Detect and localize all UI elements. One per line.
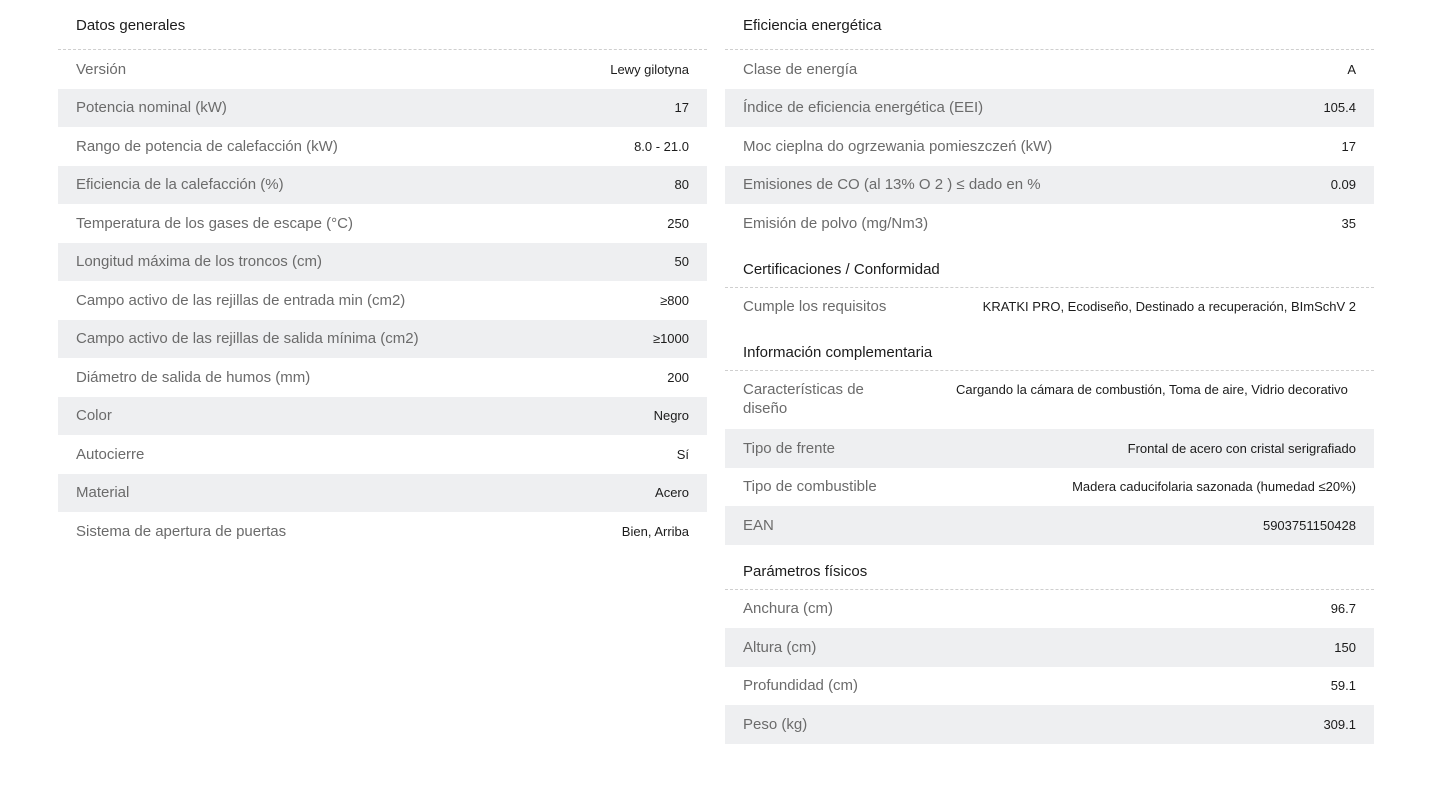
- spec-value: 105.4: [1323, 100, 1356, 116]
- spec-label: Material: [76, 484, 130, 502]
- spec-row: Peso (kg) 309.1: [725, 705, 1374, 744]
- spec-value: Negro: [653, 408, 689, 424]
- spec-row: Potencia nominal (kW) 17: [58, 88, 707, 127]
- spec-value: Sí: [676, 446, 689, 462]
- spec-row: Autocierre Sí: [58, 435, 707, 474]
- spec-value: 80: [674, 177, 689, 193]
- general-data-section: Datos generales Versión Lewy gilotyna Pot…: [58, 0, 707, 551]
- spec-row: Material Acero: [58, 473, 707, 512]
- spec-label: Diámetro de salida de humos (mm): [76, 368, 311, 386]
- spec-label: Altura (cm): [743, 638, 817, 656]
- spec-row: Moc cieplna do ogrzewania pomieszczeń (k…: [725, 127, 1374, 166]
- spec-value: 50: [674, 254, 689, 270]
- spec-row: Versión Lewy gilotyna: [58, 50, 707, 89]
- spec-label: Temperatura de los gases de escape (°C): [76, 214, 353, 232]
- spec-value: 250: [667, 215, 689, 231]
- spec-label: Emisión de polvo (mg/Nm3): [743, 214, 929, 232]
- spec-value: 17: [1341, 138, 1356, 154]
- spec-row: Tipo de frente Frontal de acero con crist…: [725, 429, 1374, 468]
- spec-value: Acero: [655, 485, 689, 501]
- spec-row: Longitud máxima de los troncos (cm) 50: [58, 242, 707, 281]
- spec-row: Campo activo de las rejillas de entrada …: [58, 281, 707, 320]
- spec-label: Emisiones de CO (al 13% O 2 ) ≤ dado en …: [743, 176, 1041, 194]
- spec-row: Sistema de apertura de puertas Bien, Arri…: [58, 512, 707, 551]
- spec-value: Cargando la cámara de combustión, Toma d…: [956, 382, 1348, 397]
- spec-value: 200: [667, 369, 689, 385]
- spec-value: A: [1347, 61, 1356, 77]
- spec-row: Clase de energía A: [725, 50, 1374, 89]
- spec-value: 0.09: [1330, 177, 1356, 193]
- spec-value: 5903751150428: [1262, 517, 1356, 533]
- spec-label: Tipo de combustible: [743, 478, 877, 496]
- spec-row: Color Negro: [58, 396, 707, 435]
- spec-label: Campo activo de las rejillas de entrada …: [76, 291, 406, 309]
- spec-row: Campo activo de las rejillas de salida m…: [58, 319, 707, 358]
- certifications-section: Certificaciones / Conformidad Cumple los…: [725, 243, 1374, 327]
- spec-label: Potencia nominal (kW): [76, 99, 227, 117]
- spec-label: Rango de potencia de calefacción (kW): [76, 137, 338, 155]
- spec-label: Autocierre: [76, 445, 145, 463]
- spec-label: Versión: [76, 60, 127, 78]
- spec-label: EAN: [743, 516, 774, 534]
- spec-label: Profundidad (cm): [743, 677, 859, 695]
- spec-value: Frontal de acero con cristal serigrafiad…: [1127, 440, 1356, 456]
- spec-value: 96.7: [1330, 601, 1356, 617]
- spec-row: Altura (cm) 150: [725, 628, 1374, 667]
- energy-efficiency-section: Eficiencia energética Clase de energía A …: [725, 0, 1374, 243]
- spec-value: 17: [674, 100, 689, 116]
- section-title-certifications: Certificaciones / Conformidad: [725, 243, 1374, 288]
- spec-value: ≥800: [660, 292, 689, 308]
- right-column: Eficiencia energética Clase de energía A …: [725, 0, 1374, 744]
- section-title-physical: Parámetros físicos: [725, 545, 1374, 590]
- spec-row: Emisiones de CO (al 13% O 2 ) ≤ dado en …: [725, 165, 1374, 204]
- spec-row: Emisión de polvo (mg/Nm3) 35: [725, 204, 1374, 243]
- spec-label: Eficiencia de la calefacción (%): [76, 176, 284, 194]
- spec-value: 8.0 - 21.0: [634, 138, 689, 154]
- spec-row: Diámetro de salida de humos (mm) 200: [58, 358, 707, 397]
- spec-label: Índice de eficiencia energética (EEI): [743, 99, 984, 117]
- section-title-additional-info: Información complementaria: [725, 326, 1374, 371]
- spec-row: Tipo de combustible Madera caducifolaria …: [725, 468, 1374, 507]
- spec-label: Longitud máxima de los troncos (cm): [76, 253, 322, 271]
- spec-label: Sistema de apertura de puertas: [76, 522, 287, 540]
- spec-label: Anchura (cm): [743, 600, 834, 618]
- spec-row: Rango de potencia de calefacción (kW) 8.0…: [58, 127, 707, 166]
- physical-params-section: Parámetros físicos Anchura (cm) 96.7 Altu…: [725, 545, 1374, 744]
- section-title-general: Datos generales: [58, 0, 707, 50]
- spec-value: Bien, Arriba: [621, 523, 689, 539]
- spec-value: ≥1000: [652, 331, 689, 347]
- spec-label: Cumple los requisitos: [743, 298, 887, 316]
- spec-row: Eficiencia de la calefacción (%) 80: [58, 165, 707, 204]
- spec-value: 59.1: [1330, 678, 1356, 694]
- spec-value: Lewy gilotyna: [610, 61, 689, 77]
- spec-row: EAN 5903751150428: [725, 506, 1374, 545]
- spec-label: Características de diseño: [743, 381, 864, 417]
- spec-value: Madera caducifolaria sazonada (humedad ≤…: [1072, 479, 1356, 495]
- spec-value: 309.1: [1323, 716, 1356, 732]
- spec-row: Índice de eficiencia energética (EEI) 105…: [725, 88, 1374, 127]
- spec-label: Color: [76, 407, 112, 425]
- spec-row: Profundidad (cm) 59.1: [725, 667, 1374, 706]
- spec-row: Características de diseño Cargando la cám…: [725, 371, 1374, 429]
- spec-value: 150: [1334, 639, 1356, 655]
- spec-label: Tipo de frente: [743, 439, 835, 457]
- additional-info-section: Información complementaria Característic…: [725, 326, 1374, 545]
- spec-label: Peso (kg): [743, 715, 808, 733]
- spec-value: KRATKI PRO, Ecodiseño, Destinado a recup…: [982, 299, 1356, 315]
- section-title-energy: Eficiencia energética: [725, 0, 1374, 50]
- spec-row: Cumple los requisitos KRATKI PRO, Ecodise…: [725, 288, 1374, 327]
- spec-label: Clase de energía: [743, 60, 858, 78]
- spec-label: Campo activo de las rejillas de salida m…: [76, 330, 419, 348]
- spec-label: Moc cieplna do ogrzewania pomieszczeń (k…: [743, 137, 1053, 155]
- spec-value: 35: [1341, 215, 1356, 231]
- spec-row: Anchura (cm) 96.7: [725, 590, 1374, 629]
- spec-row: Temperatura de los gases de escape (°C) 2…: [58, 204, 707, 243]
